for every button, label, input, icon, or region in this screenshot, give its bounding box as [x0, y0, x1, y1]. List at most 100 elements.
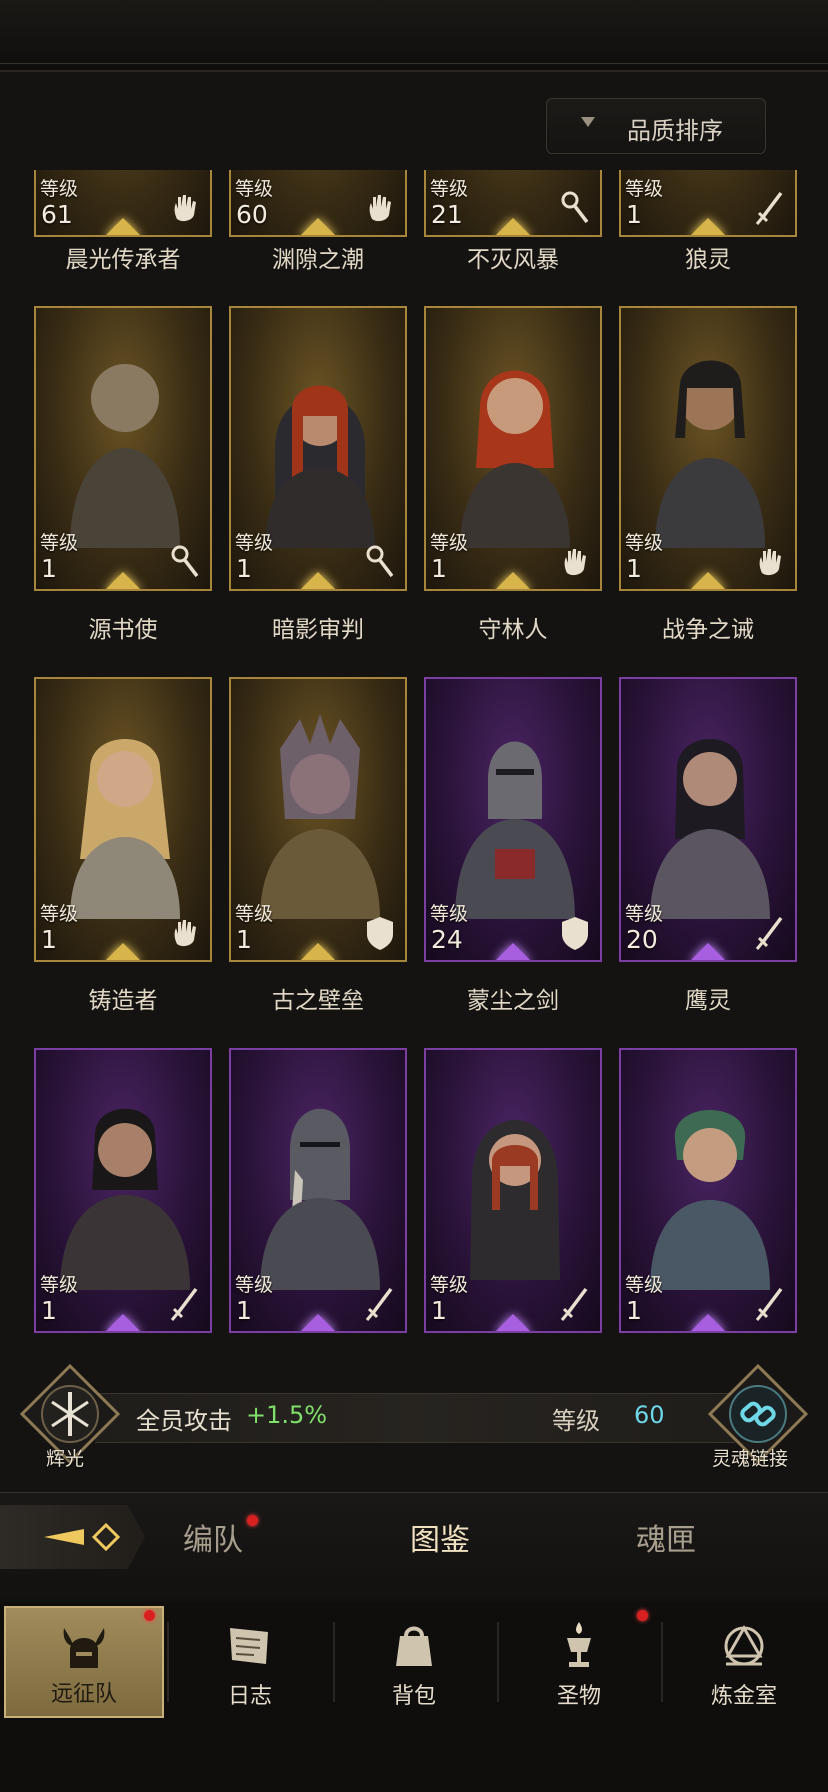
hero-portrait: [470, 1120, 560, 1280]
sword-icon: [170, 1287, 198, 1321]
level-value: 61: [41, 200, 73, 229]
hero-card[interactable]: 等级 24: [424, 677, 602, 962]
level-value: 1: [41, 554, 57, 583]
tab-soul-box[interactable]: 魂匣: [636, 1515, 696, 1559]
level-value: 1: [236, 925, 252, 954]
hero-card[interactable]: 等级 1: [34, 1048, 212, 1333]
sub-tab-bar: 编队 图鉴 魂匣: [0, 1492, 828, 1603]
hero-portrait: [655, 360, 765, 548]
hero-portrait: [455, 741, 575, 919]
level-label: 等级: [235, 1274, 274, 1296]
shield-icon: [562, 917, 588, 950]
nav-bag[interactable]: 背包: [334, 1606, 494, 1718]
bag-icon: [396, 1626, 432, 1666]
rarity-gem: [691, 1314, 725, 1331]
level-label: 等级: [430, 1274, 469, 1296]
staff-icon: [171, 545, 199, 578]
level-value: 1: [41, 1296, 57, 1325]
level-label: 等级: [40, 532, 79, 554]
hero-card[interactable]: 等级 1: [229, 677, 407, 962]
hero-portrait: [650, 1110, 770, 1290]
hero-card[interactable]: 等级 20: [619, 677, 797, 962]
rarity-gem: [106, 572, 140, 589]
hand-icon: [564, 549, 586, 576]
level-label: 等级: [235, 178, 274, 200]
rarity-gem: [691, 218, 725, 235]
tab-codex[interactable]: 图鉴: [410, 1515, 470, 1559]
hero-name: 暗影审判: [272, 617, 364, 643]
quality-sort-button[interactable]: 品质排序: [546, 98, 766, 154]
hero-card[interactable]: 等级 21: [424, 170, 602, 237]
hero-name: 战争之诫: [662, 617, 754, 643]
sort-label: 品质排序: [627, 117, 723, 145]
radiance-label: 辉光: [46, 1448, 85, 1470]
hero-card[interactable]: 等级 1: [229, 1048, 407, 1333]
hero-name: 不灭风暴: [467, 247, 559, 273]
level-label: 等级: [40, 903, 79, 925]
rarity-gem: [496, 943, 530, 960]
hero-portrait: [260, 714, 380, 919]
hero-card[interactable]: 等级 61: [34, 170, 212, 237]
nav-divider: [167, 1622, 169, 1702]
nav-label: 圣物: [556, 1684, 601, 1709]
hero-portrait: [70, 739, 180, 919]
level-value: 1: [41, 925, 57, 954]
hero-codex-grid: 等级 61 晨光传承者 等级 60 渊隙之潮 等级 21 不灭风暴 等级 1 狼…: [0, 170, 828, 1340]
nav-label: 日志: [227, 1684, 272, 1709]
level-value: 1: [431, 1296, 447, 1325]
level-label: 等级: [235, 532, 274, 554]
hero-card[interactable]: 等级 1: [424, 1048, 602, 1333]
nav-expedition[interactable]: 远征队: [4, 1606, 164, 1718]
sword-icon: [560, 1287, 588, 1321]
chalice-icon: [567, 1622, 591, 1667]
back-button[interactable]: [0, 1505, 145, 1569]
hero-name: 鹰灵: [685, 988, 731, 1014]
nav-label: 远征队: [50, 1682, 117, 1707]
tab-formation[interactable]: 编队: [183, 1515, 243, 1559]
level-label: 等级: [430, 178, 469, 200]
hero-card[interactable]: 等级 1: [619, 306, 797, 591]
hero-card[interactable]: 等级 1: [229, 306, 407, 591]
hero-portrait: [650, 739, 770, 919]
level-value: 1: [431, 554, 447, 583]
level-label: 等级: [235, 903, 274, 925]
hero-portrait: [70, 364, 180, 548]
level-value: 1: [236, 554, 252, 583]
rarity-gem: [496, 572, 530, 589]
hero-card[interactable]: 等级 1: [619, 1048, 797, 1333]
collection-bonus-bar: 辉光 全员攻击 +1.5% 等级 60 灵魂链接: [0, 1352, 828, 1472]
rarity-gem: [301, 218, 335, 235]
shield-icon: [367, 917, 393, 950]
hero-card[interactable]: 等级 60: [229, 170, 407, 237]
attack-bonus-value: +1.5%: [246, 1401, 328, 1429]
collection-level-value: 60: [634, 1401, 665, 1429]
rarity-gem: [496, 1314, 530, 1331]
nav-relics[interactable]: 圣物: [499, 1606, 659, 1718]
sword-icon: [755, 916, 783, 950]
staff-icon: [366, 545, 394, 578]
sword-icon: [755, 1287, 783, 1321]
nav-journal[interactable]: 日志: [170, 1606, 330, 1718]
hero-card[interactable]: 等级 1: [34, 306, 212, 591]
hero-name: 渊隙之潮: [272, 247, 364, 273]
hero-card[interactable]: 等级 1: [619, 170, 797, 237]
rarity-gem: [691, 572, 725, 589]
hero-card[interactable]: 等级 1: [424, 306, 602, 591]
hero-name: 守林人: [478, 617, 548, 643]
nav-divider: [661, 1622, 663, 1702]
scroll-icon: [230, 1628, 268, 1664]
level-label: 等级: [625, 903, 664, 925]
staff-icon: [561, 191, 589, 224]
hero-card[interactable]: 等级 1: [34, 677, 212, 962]
rarity-gem: [106, 218, 140, 235]
rarity-gem: [301, 1314, 335, 1331]
level-value: 1: [236, 1296, 252, 1325]
level-value: 1: [626, 554, 642, 583]
sword-icon: [755, 191, 783, 225]
nav-alchemy-room[interactable]: 炼金室: [664, 1606, 824, 1718]
level-label: 等级: [625, 532, 664, 554]
level-value: 20: [626, 925, 658, 954]
rarity-gem: [106, 1314, 140, 1331]
rarity-gem: [106, 943, 140, 960]
hero-name: 铸造者: [88, 988, 158, 1014]
